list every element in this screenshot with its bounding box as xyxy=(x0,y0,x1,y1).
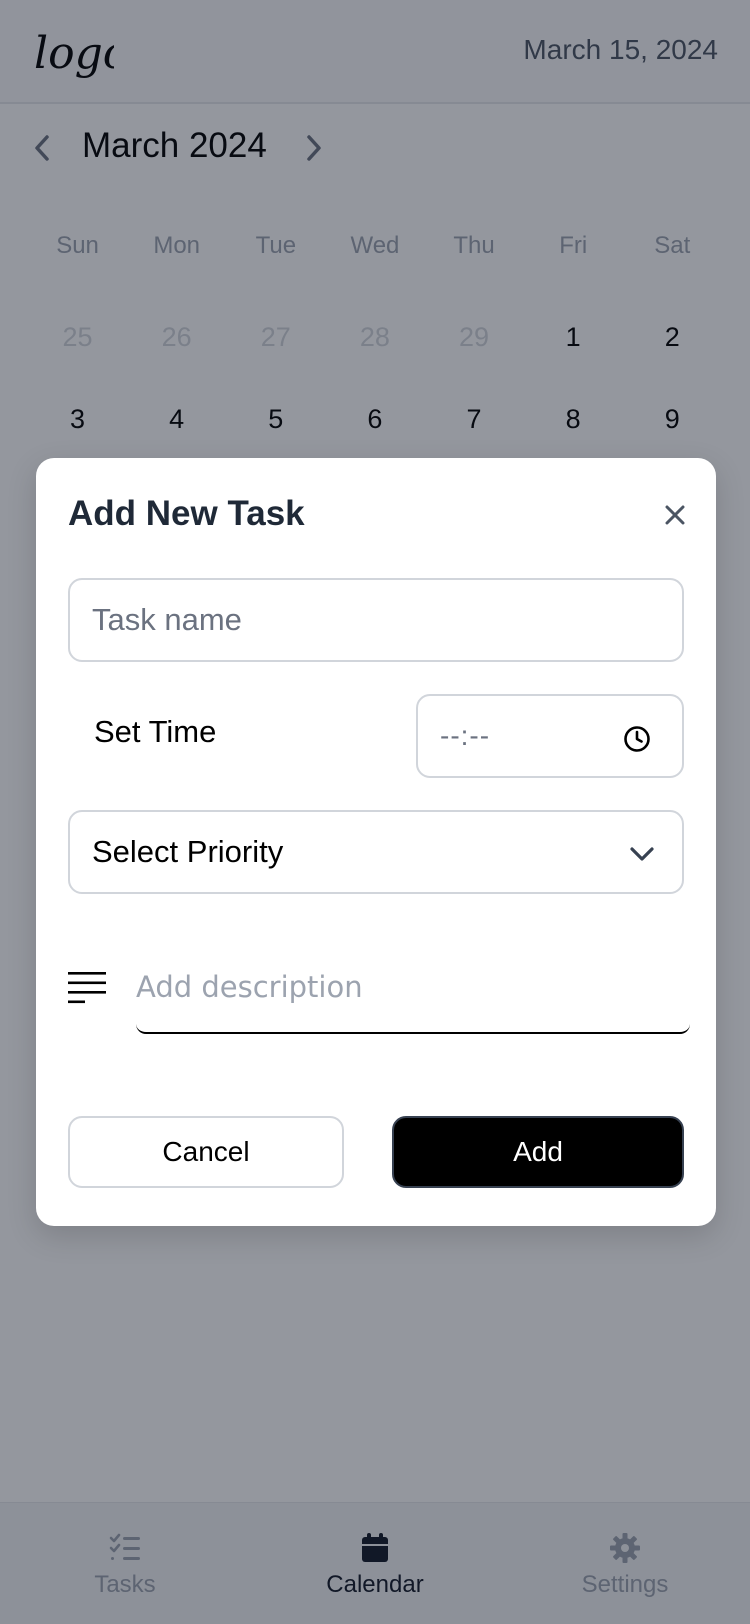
task-name-field xyxy=(68,578,684,662)
close-icon xyxy=(665,505,685,525)
cancel-button[interactable]: Cancel xyxy=(68,1116,344,1188)
task-name-input[interactable] xyxy=(70,580,682,660)
priority-select[interactable]: Select Priority xyxy=(68,810,684,894)
add-task-dialog: Add New Task Set Time --:-- Select Prior… xyxy=(36,458,716,1226)
add-button[interactable]: Add xyxy=(392,1116,684,1188)
chevron-down-icon xyxy=(630,847,654,861)
set-time-label: Set Time xyxy=(94,714,217,749)
time-input[interactable]: --:-- xyxy=(416,694,684,778)
dialog-title: Add New Task xyxy=(68,494,305,533)
close-button[interactable] xyxy=(658,498,692,532)
time-value: --:-- xyxy=(440,720,491,751)
description-icon xyxy=(68,972,106,1004)
description-field xyxy=(136,952,690,1034)
description-input[interactable] xyxy=(136,952,690,1022)
priority-value: Select Priority xyxy=(92,834,284,869)
clock-icon[interactable] xyxy=(622,724,652,754)
